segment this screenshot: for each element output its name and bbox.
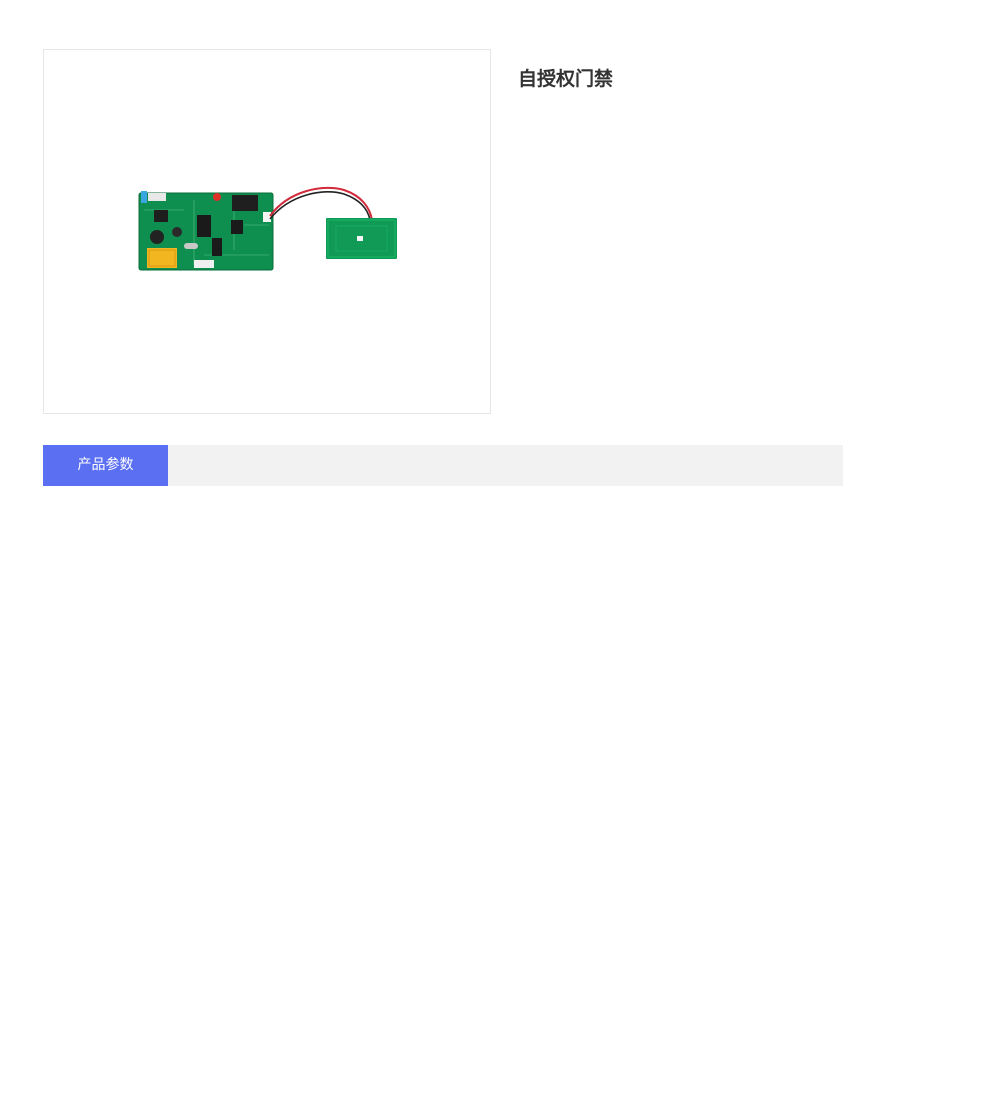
tab-product-parameters[interactable]: 产品参数 [43,445,168,486]
rfid-board-illustration [138,186,397,271]
product-title: 自授权门禁 [518,68,614,90]
product-image [43,49,491,414]
product-tabs: 产品参数 [43,445,843,486]
